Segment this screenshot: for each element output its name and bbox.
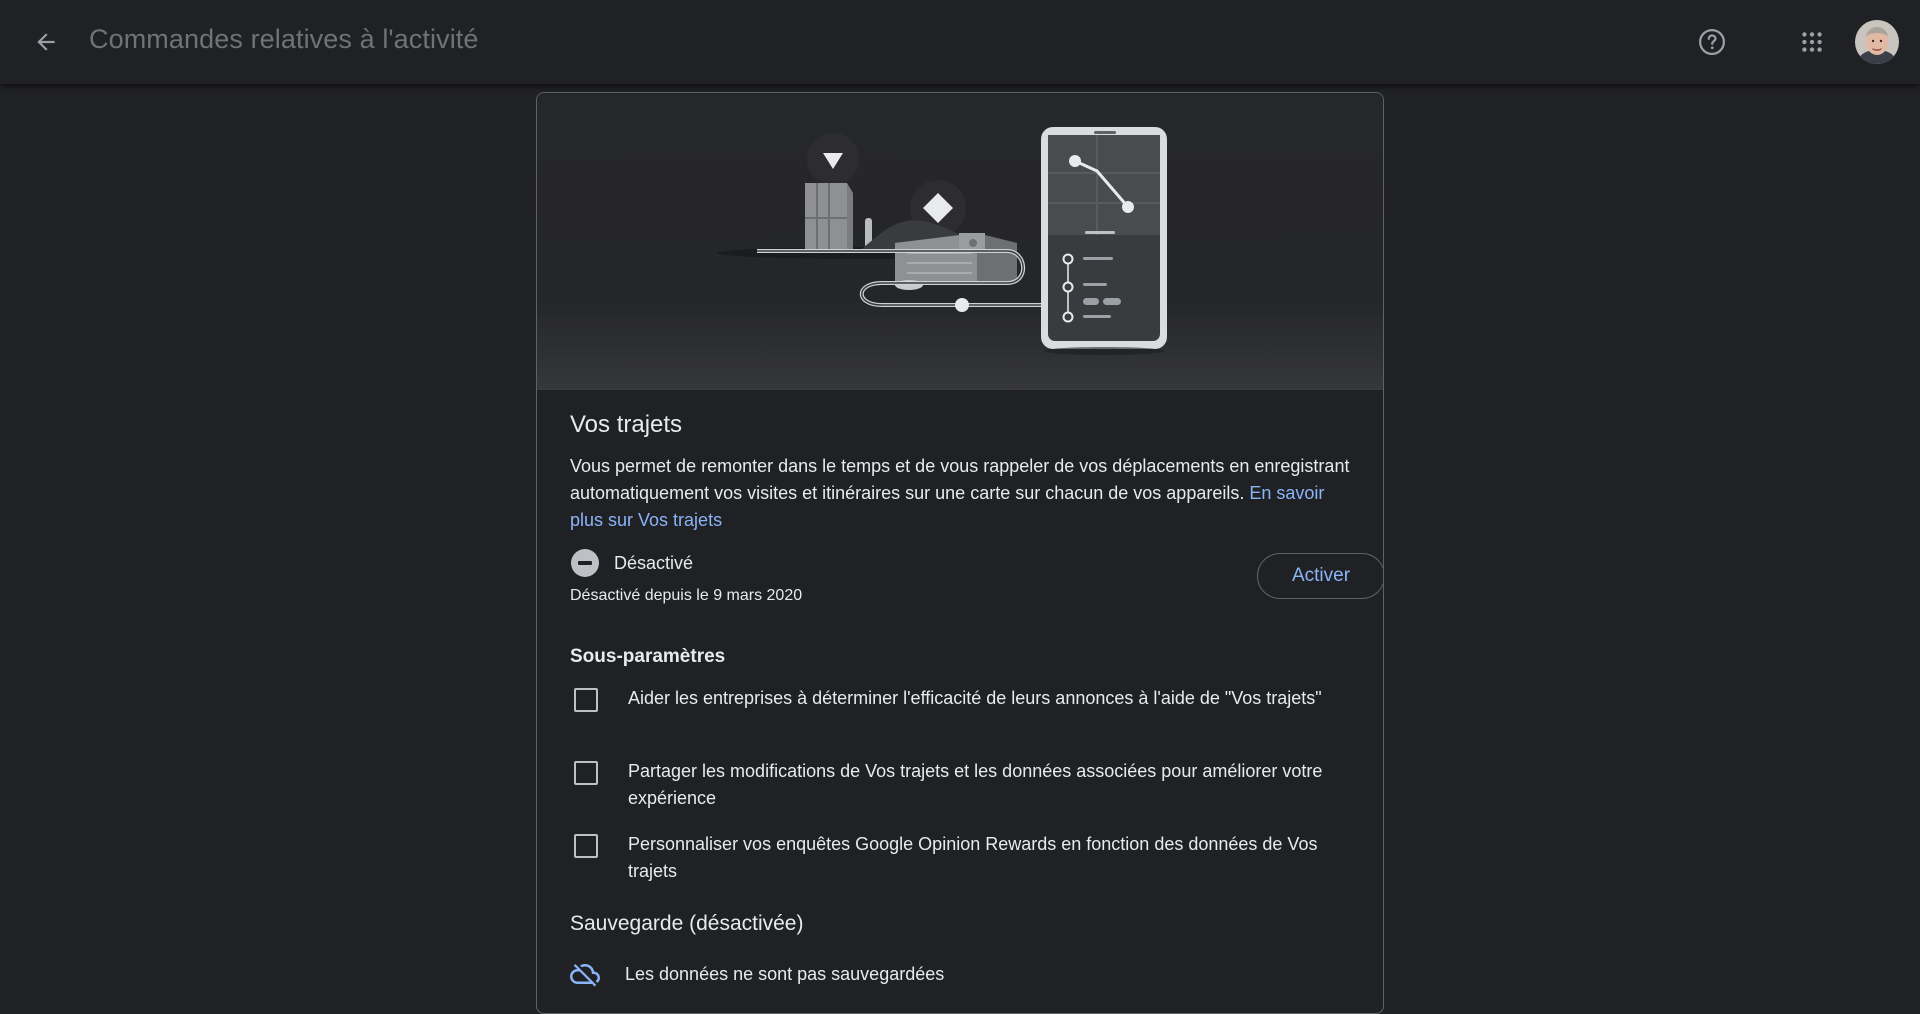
apps-button[interactable] [1790,20,1834,64]
checkbox-share-edits[interactable] [574,761,598,785]
back-button[interactable] [24,22,68,62]
card-title: Vos trajets [570,411,683,438]
avatar[interactable] [1855,20,1899,64]
subsetting-label: Aider les entreprises à déterminer l'eff… [628,688,1322,708]
status-row: Désactivé [570,548,693,578]
help-circle-icon [1699,29,1725,55]
subsetting-item-share-edits: Partager les modifications de Vos trajet… [570,761,1350,812]
subsetting-label: Partager les modifications de Vos trajet… [628,761,1323,808]
page-title: Commandes relatives à l'activité [89,24,479,54]
backup-status-text: Les données ne sont pas sauvegardées [625,963,945,984]
minus-circle-icon [571,549,599,577]
subsetting-item-ads-measurement: Aider les entreprises à déterminer l'eff… [570,688,1350,712]
top-app-bar: Commandes relatives à l'activité [0,0,1920,84]
status-since-text: Désactivé depuis le 9 mars 2020 [570,587,803,604]
status-label: Désactivé [614,552,694,573]
apps-grid-icon [1802,32,1822,52]
subsettings-title: Sous-paramètres [570,646,726,667]
subsetting-item-opinion-rewards: Personnaliser vos enquêtes Google Opinio… [570,834,1350,885]
backup-row: Les données ne sont pas sauvegardées [570,959,944,989]
cloud-off-icon [570,964,600,987]
checkbox-ads-measurement[interactable] [574,688,598,712]
hero-illustration [537,93,1383,390]
activate-button[interactable]: Activer [1257,553,1383,599]
help-button[interactable] [1690,20,1734,64]
backup-title: Sauvegarde (désactivée) [570,912,804,935]
location-history-card: Vos trajets Vous permet de remonter dans… [536,92,1384,1014]
arrow-back-icon [37,33,55,51]
account-avatar-image [1855,20,1899,64]
checkbox-opinion-rewards[interactable] [574,834,598,858]
description-text: Vous permet de remonter dans le temps et… [570,456,1350,503]
subsetting-label: Personnaliser vos enquêtes Google Opinio… [628,834,1318,881]
card-description: Vous permet de remonter dans le temps et… [570,453,1350,534]
location-history-illustration [717,127,1167,355]
